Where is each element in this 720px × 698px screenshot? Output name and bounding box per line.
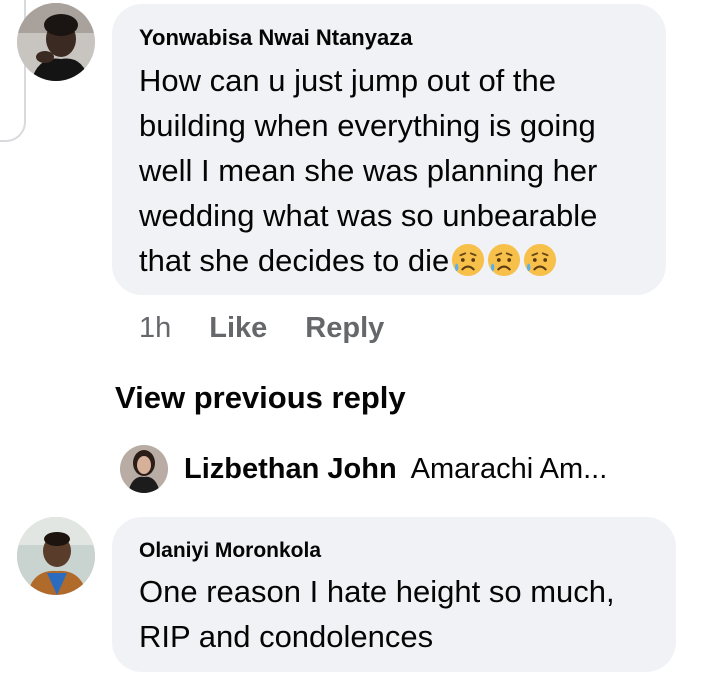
reply-button[interactable]: Reply bbox=[305, 312, 384, 345]
comment-author[interactable]: Yonwabisa Nwai Ntanyaza bbox=[139, 24, 642, 52]
avatar[interactable] bbox=[17, 517, 95, 595]
avatar[interactable] bbox=[17, 3, 95, 81]
reply-author[interactable]: Lizbethan John bbox=[184, 453, 397, 486]
avatar[interactable] bbox=[120, 445, 168, 493]
sad-but-relieved-face-icon bbox=[488, 243, 521, 277]
profile-photo-icon bbox=[120, 445, 168, 493]
comment-actions: 1h Like Reply bbox=[139, 312, 384, 345]
sad-but-relieved-face-icon bbox=[524, 243, 557, 277]
comment-timestamp[interactable]: 1h bbox=[139, 312, 171, 345]
like-button[interactable]: Like bbox=[209, 312, 267, 345]
view-previous-reply-link[interactable]: View previous reply bbox=[115, 380, 406, 416]
reply-preview[interactable]: Lizbethan John Amarachi Am... bbox=[120, 445, 607, 493]
reply-snippet: Amarachi Am... bbox=[410, 452, 608, 485]
profile-photo-icon bbox=[17, 517, 95, 595]
comment-bubble: Olaniyi Moronkola One reason I hate heig… bbox=[112, 517, 676, 672]
comment-text: One reason I hate height so much, RIP an… bbox=[139, 574, 615, 654]
profile-photo-icon bbox=[17, 3, 95, 81]
comment-text: How can u just jump out of the building … bbox=[139, 58, 642, 283]
sad-but-relieved-face-icon bbox=[452, 243, 485, 277]
comment-bubble: Yonwabisa Nwai Ntanyaza How can u just j… bbox=[112, 4, 666, 295]
comment-author[interactable]: Olaniyi Moronkola bbox=[139, 537, 652, 565]
